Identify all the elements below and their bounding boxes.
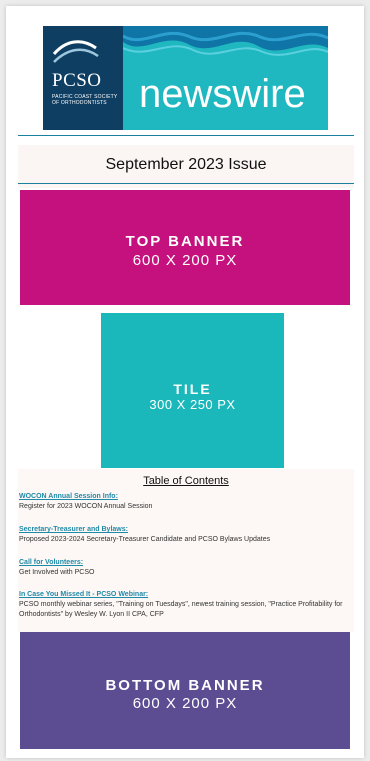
wave-mark-icon [52, 40, 99, 63]
toc-link-volunteers[interactable]: Call for Volunteers: [19, 558, 352, 568]
issue-title: September 2023 Issue [105, 156, 267, 173]
toc-title: Table of Contents [143, 475, 229, 487]
logo-left-panel: PCSO PACIFIC COAST SOCIETY OF ORTHODONTI… [43, 26, 123, 130]
tile-ad[interactable]: TILE 300 X 250 PX [101, 313, 284, 468]
issue-header: September 2023 Issue [18, 145, 354, 188]
logo-org-name: PACIFIC COAST SOCIETY OF ORTHODONTISTS [52, 94, 118, 106]
logo-abbrev: PCSO [52, 70, 102, 91]
toc-desc-secretary: Proposed 2023-2024 Secretary-Treasurer C… [19, 536, 271, 543]
toc-desc-wocon: Register for 2023 WOCON Annual Session [19, 503, 153, 510]
toc-link-wocon[interactable]: WOCON Annual Session Info: [19, 492, 352, 502]
top-banner-ad[interactable]: TOP BANNER 600 X 200 PX [20, 190, 350, 305]
toc-desc-volunteers: Get Involved with PCSO [19, 569, 95, 576]
pcso-newswire-logo: PCSO PACIFIC COAST SOCIETY OF ORTHODONTI… [43, 26, 328, 130]
table-of-contents: Table of Contents WOCON Annual Session I… [18, 469, 354, 632]
newsletter-page: PCSO PACIFIC COAST SOCIETY OF ORTHODONTI… [6, 6, 364, 758]
toc-item-webinar: In Case You Missed It - PCSO Webinar: PC… [19, 590, 352, 620]
toc-item-volunteers: Call for Volunteers: Get Involved with P… [19, 558, 352, 578]
toc-link-secretary[interactable]: Secretary-Treasurer and Bylaws: [19, 525, 352, 535]
divider-line [18, 135, 354, 136]
toc-item-wocon: WOCON Annual Session Info: Register for … [19, 492, 352, 512]
bottom-banner-size: 600 X 200 PX [132, 695, 238, 712]
top-banner-title: TOP BANNER [125, 233, 245, 250]
wave-pattern-icon [123, 26, 328, 56]
bottom-banner-title: BOTTOM BANNER [105, 677, 265, 694]
divider-line [18, 183, 354, 184]
tile-size: 300 X 250 PX [149, 397, 236, 412]
tile-title: TILE [173, 381, 212, 397]
top-banner-size: 600 X 200 PX [132, 252, 238, 269]
toc-link-webinar[interactable]: In Case You Missed It - PCSO Webinar: [19, 590, 352, 600]
toc-item-secretary: Secretary-Treasurer and Bylaws: Proposed… [19, 525, 352, 545]
toc-desc-webinar: PCSO monthly webinar series, "Training o… [19, 601, 343, 618]
bottom-banner-ad[interactable]: BOTTOM BANNER 600 X 200 PX [20, 632, 350, 749]
logo-wordmark: newswire [139, 72, 306, 116]
